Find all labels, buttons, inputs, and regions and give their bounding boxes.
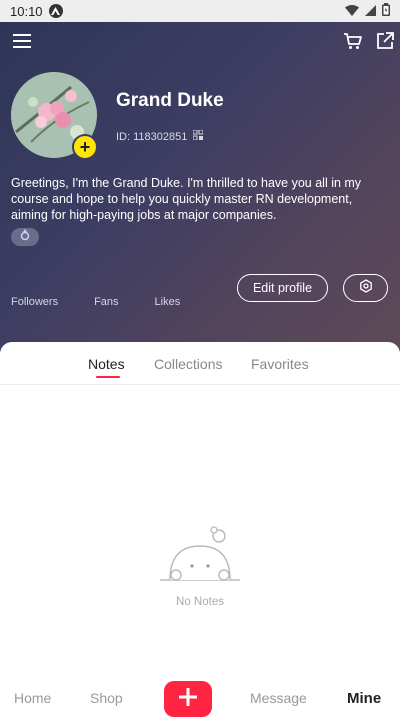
active-tab-indicator xyxy=(96,376,120,378)
nav-message[interactable]: Message xyxy=(250,690,307,706)
create-post-button[interactable] xyxy=(164,681,212,717)
status-time: 10:10 xyxy=(10,3,43,19)
empty-state-text: No Notes xyxy=(176,596,224,608)
tab-favorites[interactable]: Favorites xyxy=(251,356,309,372)
male-icon xyxy=(20,228,30,246)
stat-followers[interactable]: Followers xyxy=(11,296,58,308)
top-toolbar xyxy=(0,30,400,54)
content-sheet: Notes Collections Favorites No Notes xyxy=(0,342,400,678)
tab-collections[interactable]: Collections xyxy=(154,356,222,372)
bottom-nav: Home Shop Message Mine xyxy=(0,678,400,720)
signal-icon xyxy=(365,4,376,19)
status-bar: 10:10 xyxy=(0,0,400,22)
qr-code-icon[interactable] xyxy=(192,129,204,143)
settings-button[interactable] xyxy=(343,274,388,302)
stat-fans[interactable]: Fans xyxy=(94,296,118,308)
profile-bio: Greetings, I'm the Grand Duke. I'm thril… xyxy=(11,176,362,222)
battery-icon xyxy=(382,3,390,19)
edit-profile-button[interactable]: Edit profile xyxy=(237,274,328,302)
nav-shop[interactable]: Shop xyxy=(90,690,123,706)
empty-state xyxy=(0,522,400,589)
profile-name: Grand Duke xyxy=(116,90,224,111)
plus-icon xyxy=(178,687,198,712)
profile-header: + Grand Duke ID: 118302851 Greetings, I'… xyxy=(0,22,400,352)
stat-likes[interactable]: Likes xyxy=(155,296,181,308)
gender-badge xyxy=(11,228,39,246)
add-icon: + xyxy=(79,137,91,157)
menu-icon[interactable] xyxy=(11,30,33,52)
nav-home[interactable]: Home xyxy=(14,690,51,706)
status-right xyxy=(345,3,390,19)
avatar-container[interactable]: + xyxy=(11,72,98,160)
profile-tabs: Notes Collections Favorites xyxy=(0,342,400,385)
stats-row: Followers Fans Likes xyxy=(11,296,216,308)
gear-icon xyxy=(359,278,373,298)
user-id: ID: 118302851 xyxy=(116,130,188,143)
user-id-row[interactable]: ID: 118302851 xyxy=(116,129,204,143)
nav-mine[interactable]: Mine xyxy=(347,690,381,707)
add-avatar-button[interactable]: + xyxy=(72,134,98,160)
tab-notes[interactable]: Notes xyxy=(88,356,125,372)
cart-icon[interactable] xyxy=(342,30,364,52)
wifi-icon xyxy=(345,4,359,19)
expo-icon xyxy=(48,4,63,18)
empty-illustration-icon xyxy=(158,526,242,588)
share-icon[interactable] xyxy=(374,30,396,52)
status-left: 10:10 xyxy=(10,4,63,19)
